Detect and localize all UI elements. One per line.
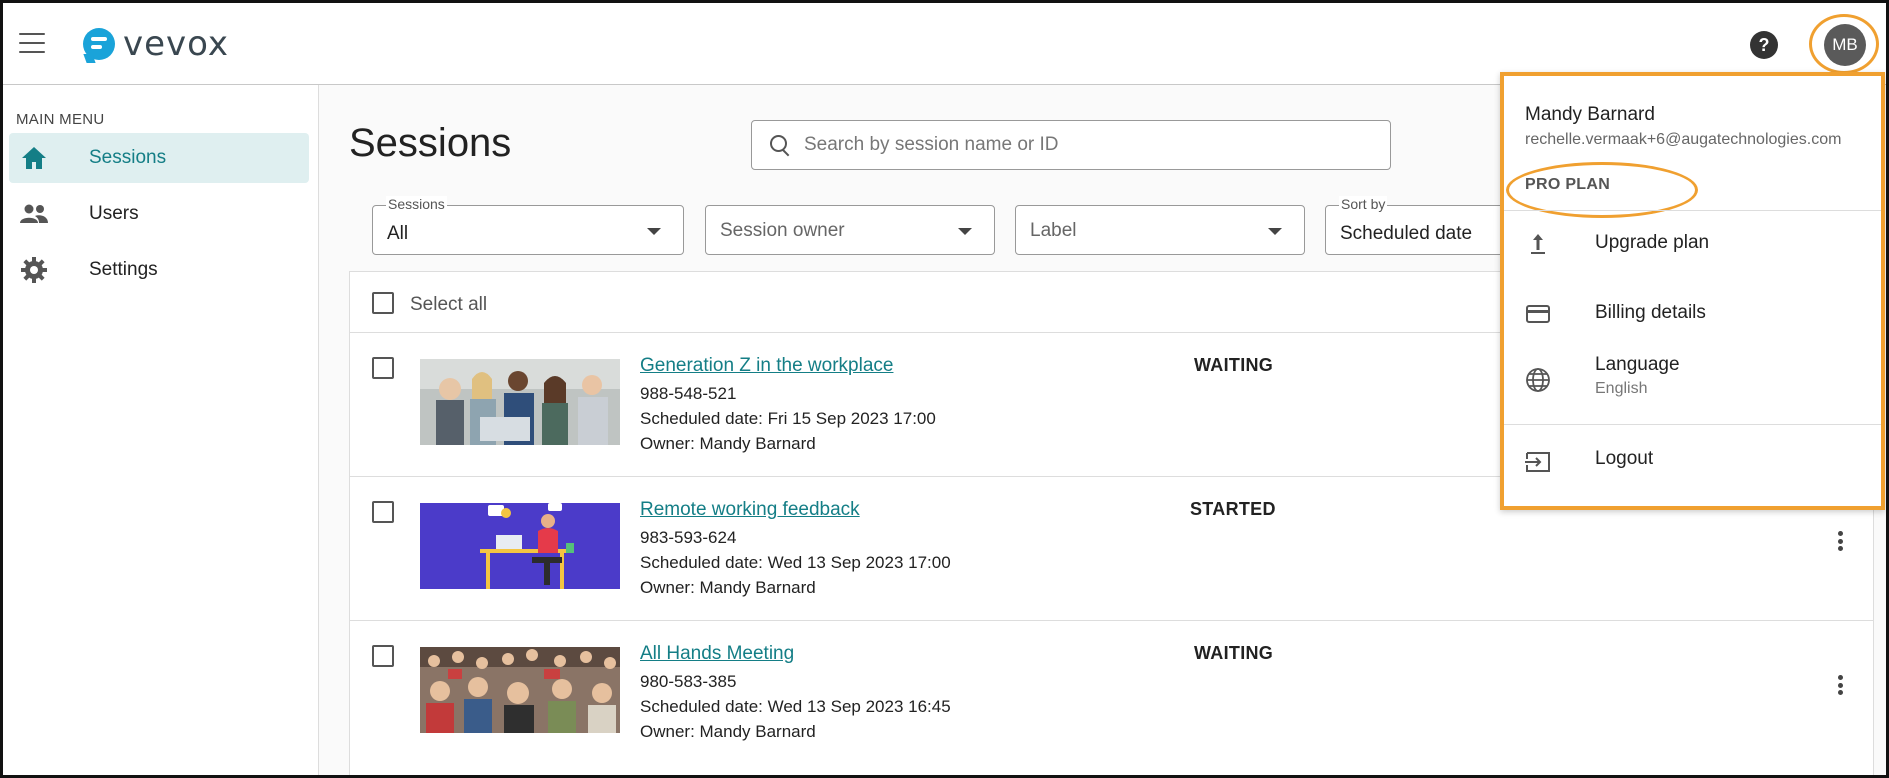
status-badge: WAITING bbox=[1194, 643, 1274, 663]
chevron-down-icon bbox=[958, 228, 972, 235]
people-icon bbox=[19, 199, 49, 229]
divider bbox=[1504, 210, 1881, 211]
sidebar-item-sessions[interactable]: Sessions bbox=[9, 133, 309, 183]
page-title: Sessions bbox=[349, 121, 512, 165]
session-owner-placeholder: Session owner bbox=[720, 220, 845, 241]
logo-text: vevox bbox=[123, 24, 230, 64]
label-placeholder: Label bbox=[1030, 220, 1077, 241]
session-title-link[interactable]: Generation Z in the workplace bbox=[640, 355, 893, 377]
select-all-label: Select all bbox=[410, 294, 488, 315]
sort-by-label: Sort by bbox=[1339, 196, 1388, 212]
language-value: English bbox=[1595, 380, 1648, 397]
status-badge: WAITING bbox=[1194, 355, 1274, 375]
gear-icon bbox=[19, 255, 49, 285]
menu-item-label: Upgrade plan bbox=[1595, 232, 1710, 253]
session-id: 988-548-521 bbox=[640, 384, 737, 403]
hamburger-menu-icon[interactable] bbox=[19, 33, 45, 53]
session-title-link[interactable]: All Hands Meeting bbox=[640, 643, 794, 665]
menu-item-label: Language bbox=[1595, 354, 1680, 375]
menu-item-label: Logout bbox=[1595, 448, 1654, 469]
session-owner: Owner: Mandy Barnard bbox=[640, 722, 816, 741]
search-input[interactable] bbox=[804, 134, 1364, 156]
billing-details-item[interactable]: Billing details bbox=[1504, 284, 1881, 344]
row-checkbox[interactable] bbox=[372, 645, 394, 667]
sidebar-item-label: Users bbox=[89, 203, 139, 224]
more-options-icon[interactable] bbox=[1830, 527, 1850, 555]
search-icon bbox=[768, 133, 792, 157]
chevron-down-icon bbox=[1268, 228, 1282, 235]
home-icon bbox=[19, 143, 49, 173]
row-checkbox[interactable] bbox=[372, 501, 394, 523]
divider bbox=[1504, 424, 1881, 425]
more-options-icon[interactable] bbox=[1830, 671, 1850, 699]
sidebar-item-label: Sessions bbox=[89, 147, 167, 168]
vevox-logo[interactable]: vevox bbox=[83, 24, 230, 64]
session-thumbnail[interactable] bbox=[420, 503, 620, 589]
sessions-filter-select[interactable]: Sessions All bbox=[372, 196, 684, 255]
session-title-link[interactable]: Remote working feedback bbox=[640, 499, 860, 521]
sidebar: MAIN MENU Sessions Users Settings bbox=[3, 85, 319, 775]
search-box[interactable] bbox=[751, 120, 1391, 170]
plan-badge: PRO PLAN bbox=[1525, 176, 1611, 193]
account-email: rechelle.vermaak+6@augatechnologies.com bbox=[1525, 131, 1842, 148]
sort-by-value: Scheduled date bbox=[1340, 223, 1473, 244]
sidebar-item-users[interactable]: Users bbox=[9, 189, 309, 239]
credit-card-icon bbox=[1524, 300, 1552, 328]
session-owner-select[interactable]: Session owner bbox=[705, 205, 995, 255]
sidebar-item-settings[interactable]: Settings bbox=[9, 245, 309, 295]
select-all-checkbox[interactable] bbox=[372, 292, 394, 314]
session-owner: Owner: Mandy Barnard bbox=[640, 434, 816, 453]
help-icon[interactable]: ? bbox=[1750, 31, 1778, 59]
sessions-filter-value: All bbox=[387, 223, 409, 244]
session-owner: Owner: Mandy Barnard bbox=[640, 578, 816, 597]
language-item[interactable]: Language English bbox=[1504, 344, 1881, 414]
logout-item[interactable]: Logout bbox=[1504, 428, 1881, 488]
sessions-filter-label: Sessions bbox=[386, 196, 447, 212]
upload-icon bbox=[1524, 230, 1552, 258]
main-menu-heading: MAIN MENU bbox=[16, 111, 105, 128]
app-window: vevox ? MB MAIN MENU Sessions Users Sett… bbox=[0, 0, 1889, 778]
session-thumbnail[interactable] bbox=[420, 647, 620, 733]
session-scheduled-date: Scheduled date: Wed 13 Sep 2023 16:45 bbox=[640, 697, 951, 716]
session-row: All Hands Meeting 980-583-385 Scheduled … bbox=[350, 621, 1873, 764]
upgrade-plan-item[interactable]: Upgrade plan bbox=[1504, 214, 1881, 274]
menu-item-label: Billing details bbox=[1595, 302, 1706, 323]
account-menu: Mandy Barnard rechelle.vermaak+6@augatec… bbox=[1500, 72, 1885, 510]
sidebar-item-label: Settings bbox=[89, 259, 158, 280]
chevron-down-icon bbox=[647, 228, 661, 235]
avatar[interactable]: MB bbox=[1824, 24, 1866, 66]
session-id: 983-593-624 bbox=[640, 528, 737, 547]
vevox-logo-icon bbox=[83, 28, 115, 63]
label-select[interactable]: Label bbox=[1015, 205, 1305, 255]
status-badge: STARTED bbox=[1190, 499, 1276, 519]
globe-icon bbox=[1524, 366, 1552, 394]
session-thumbnail[interactable] bbox=[420, 359, 620, 445]
row-checkbox[interactable] bbox=[372, 357, 394, 379]
account-name: Mandy Barnard bbox=[1525, 104, 1655, 125]
session-id: 980-583-385 bbox=[640, 672, 737, 691]
session-scheduled-date: Scheduled date: Fri 15 Sep 2023 17:00 bbox=[640, 409, 936, 428]
logout-icon bbox=[1524, 448, 1552, 476]
session-scheduled-date: Scheduled date: Wed 13 Sep 2023 17:00 bbox=[640, 553, 951, 572]
